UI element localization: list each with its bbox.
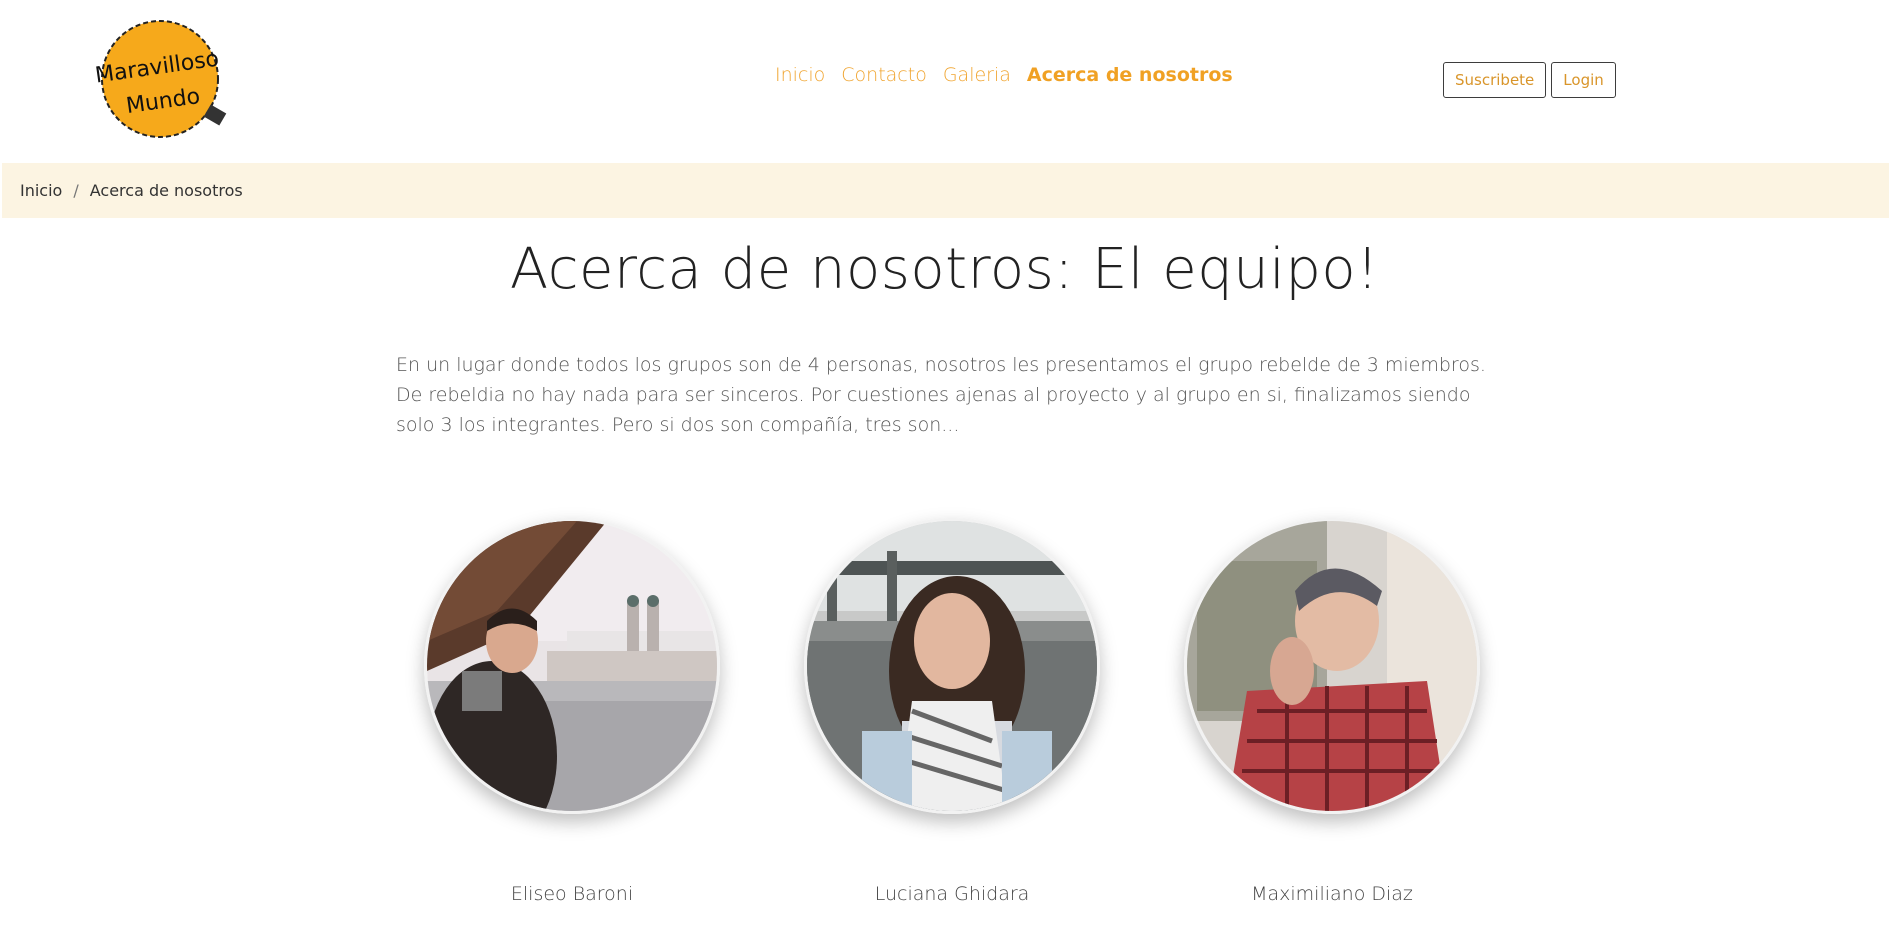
login-button[interactable]: Login xyxy=(1551,62,1616,98)
logo-badge: Maravilloso Mundo xyxy=(94,20,227,138)
site-logo[interactable]: Maravilloso Mundo xyxy=(90,16,235,141)
nav-item-contacto[interactable]: Contacto xyxy=(841,64,927,86)
team-member-card: Maximiliano Diaz xyxy=(1182,518,1482,905)
breadcrumb: Inicio / Acerca de nosotros xyxy=(2,163,1889,218)
member-name: Luciana Ghidara xyxy=(874,883,1030,905)
breadcrumb-home[interactable]: Inicio xyxy=(20,181,62,200)
member-photo xyxy=(804,518,1100,814)
nav-item-galeria[interactable]: Galeria xyxy=(943,64,1011,86)
member-name: Maximiliano Diaz xyxy=(1251,883,1413,905)
member-name: Eliseo Baroni xyxy=(510,883,634,905)
team-member-card: Eliseo Baroni xyxy=(422,518,722,905)
team-member-card: Luciana Ghidara xyxy=(802,518,1102,905)
page-title: Acerca de nosotros: El equipo! xyxy=(509,237,1380,302)
subscribe-button[interactable]: Suscribete xyxy=(1443,62,1547,98)
auth-buttons: Suscribete Login xyxy=(1443,62,1616,98)
nav-item-acerca-de-nosotros[interactable]: Acerca de nosotros xyxy=(1027,64,1233,86)
breadcrumb-separator: / xyxy=(73,181,79,200)
intro-paragraph: En un lugar donde todos los grupos son d… xyxy=(396,354,1486,436)
breadcrumb-current: Acerca de nosotros xyxy=(89,181,243,200)
member-photo xyxy=(1184,518,1480,814)
site-header: Maravilloso Mundo Inicio Contacto Galeri… xyxy=(0,0,1889,163)
nav-item-inicio[interactable]: Inicio xyxy=(775,64,825,86)
main-nav: Inicio Contacto Galeria Acerca de nosotr… xyxy=(775,64,1233,86)
member-photo xyxy=(424,518,720,814)
